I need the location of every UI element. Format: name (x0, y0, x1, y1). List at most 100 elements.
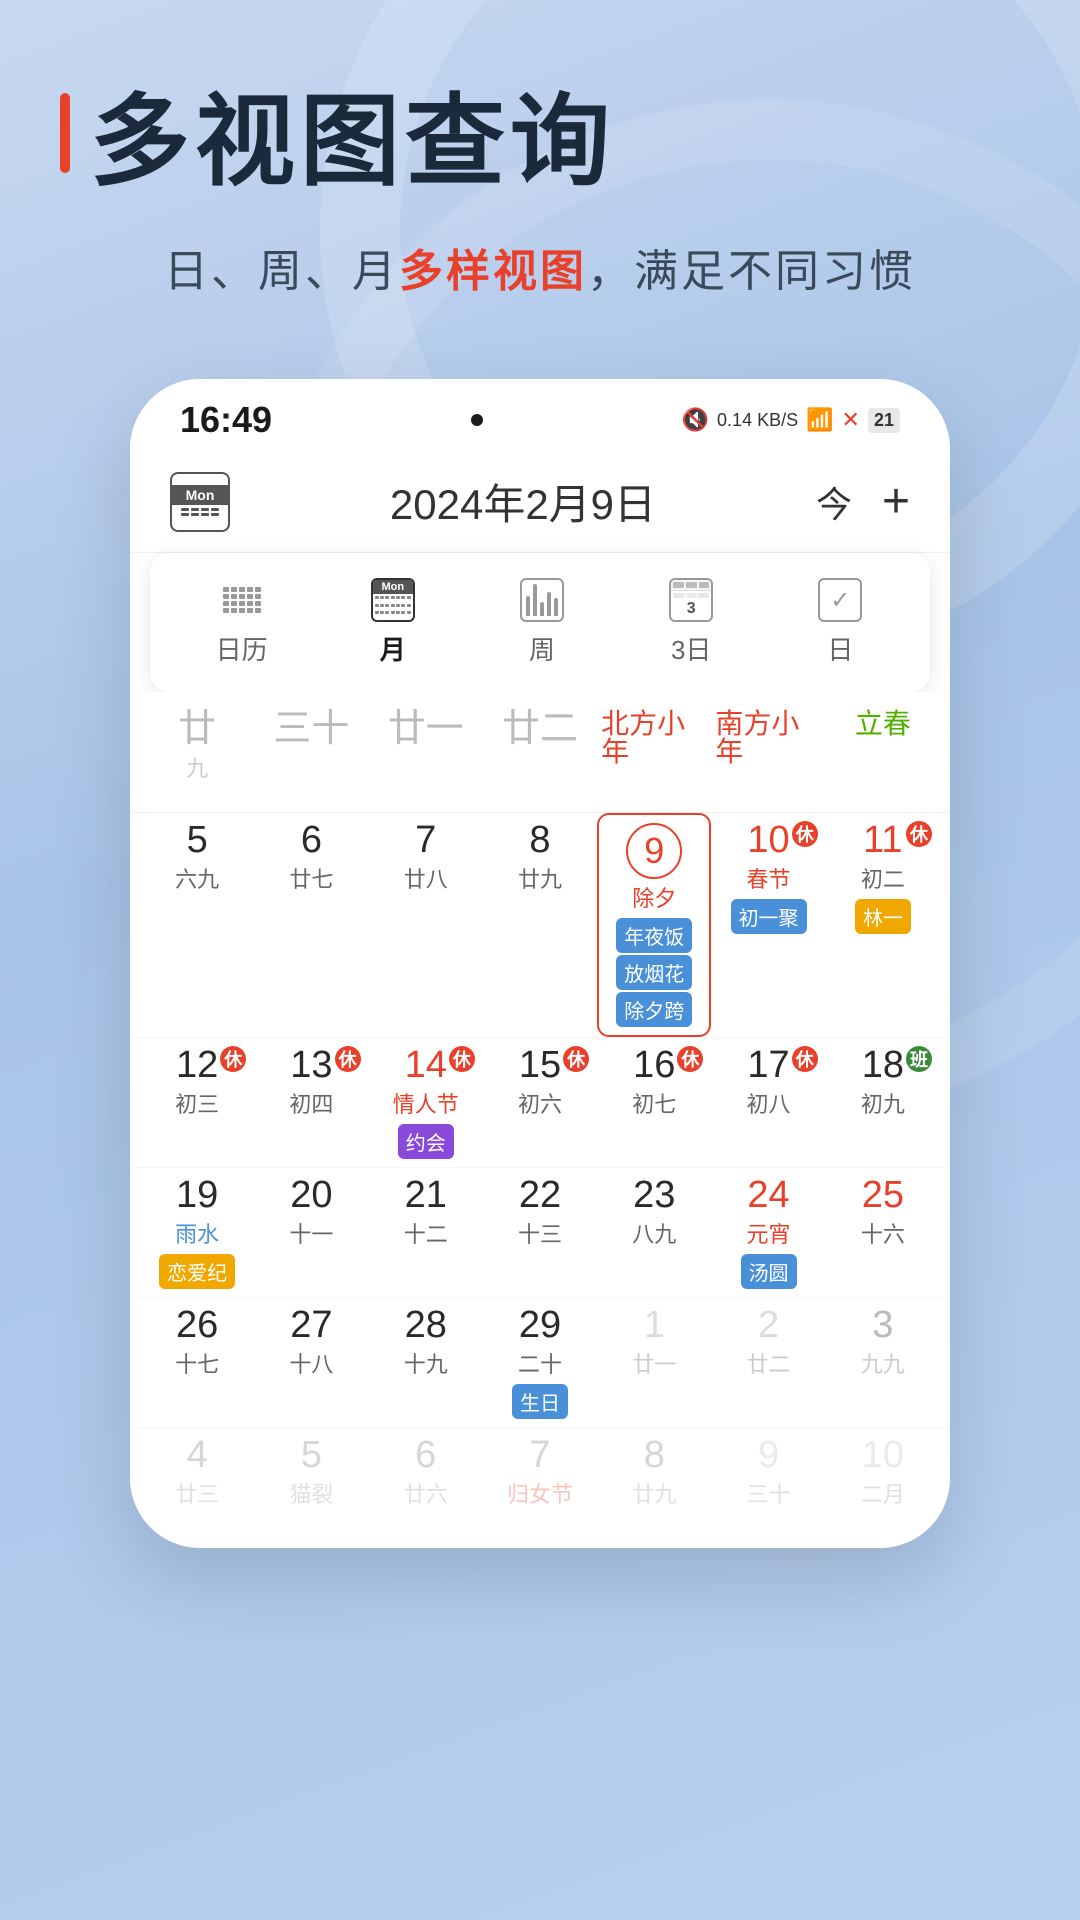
tab-week[interactable]: 周 (498, 568, 586, 677)
subtitle-part1: 日、周、月 (164, 247, 399, 296)
network-speed: 0.14 KB/S (717, 411, 798, 429)
day-19[interactable]: 19 雨水 恋爱纪 (140, 1168, 254, 1297)
view-tabs-dropdown: 日历 Mon 月 (150, 553, 930, 692)
day-7[interactable]: 7 廿八 (369, 813, 483, 1037)
day-10[interactable]: 休 10 春节 初一聚 (711, 813, 825, 1037)
day-28[interactable]: 28 十九 (369, 1298, 483, 1427)
calendar-container: 廿 九 三十 廿一 廿二 北方小年 (130, 692, 950, 1548)
add-event-button[interactable]: + (882, 474, 910, 529)
mon-label-icon: Mon (172, 485, 228, 505)
day-mar9[interactable]: 9 三十 (711, 1428, 825, 1538)
day-mar4[interactable]: 4 廿三 (140, 1428, 254, 1538)
day-21[interactable]: 21 十二 (369, 1168, 483, 1297)
calendar-app-icon[interactable]: Mon (170, 472, 230, 532)
day-20[interactable]: 20 十一 (254, 1168, 368, 1297)
today-button[interactable]: 今 (816, 476, 852, 528)
day-25[interactable]: 25 十六 (826, 1168, 940, 1297)
day-5[interactable]: 5 六九 (140, 813, 254, 1037)
event-tangyuan[interactable]: 汤圆 (741, 1254, 797, 1289)
week-icon (518, 578, 566, 622)
subtitle-highlight: 多样视图 (399, 247, 587, 296)
rest-badge-15: 休 (563, 1046, 589, 1072)
header-date-title: 2024年2月9日 (390, 471, 656, 532)
prev-day-6[interactable]: 南方小年 (711, 702, 825, 812)
day-17[interactable]: 休 17 初八 (711, 1038, 825, 1167)
day-mar6[interactable]: 6 廿六 (369, 1428, 483, 1538)
day-mar7[interactable]: 7 归女节 (483, 1428, 597, 1538)
header-actions: 今 + (816, 474, 910, 529)
day-8[interactable]: 8 廿九 (483, 813, 597, 1037)
mute-icon: 🔇 (682, 407, 709, 433)
event-chuxikua[interactable]: 除夕跨 (616, 992, 692, 1027)
prev-day-3[interactable]: 廿一 (369, 702, 483, 812)
day-22[interactable]: 22 十三 (483, 1168, 597, 1297)
accent-bar (60, 93, 70, 173)
week-2: 休 12 初三 休 13 初四 休 14 情人节 约会 (130, 1038, 950, 1168)
day-icon: ✓ (816, 578, 864, 622)
status-time: 16:49 (180, 399, 272, 441)
wifi-icon: 📶 (806, 407, 833, 433)
prev-day-2[interactable]: 三十 (254, 702, 368, 812)
rest-badge-10: 休 (792, 821, 818, 847)
app-header: Mon 2024年2月9日 今 + (130, 451, 950, 553)
day-6[interactable]: 6 廿七 (254, 813, 368, 1037)
prev-day-1[interactable]: 廿 九 (140, 702, 254, 812)
week-3: 19 雨水 恋爱纪 20 十一 21 十二 (130, 1168, 950, 1298)
event-lianai[interactable]: 恋爱纪 (159, 1254, 235, 1289)
day-mar8[interactable]: 8 廿九 (597, 1428, 711, 1538)
prev-day-4[interactable]: 廿二 (483, 702, 597, 812)
3day-icon: 3 (667, 578, 715, 622)
day-12[interactable]: 休 12 初三 (140, 1038, 254, 1167)
prev-month-row: 廿 九 三十 廿一 廿二 北方小年 (130, 702, 950, 813)
rest-badge-14: 休 (449, 1046, 475, 1072)
month-icon: Mon (369, 578, 417, 622)
day-24[interactable]: 24 元宵 汤圆 (711, 1168, 825, 1297)
status-bar: 16:49 🔇 0.14 KB/S 📶 ✕ 21 (130, 379, 950, 451)
tab-week-label: 周 (529, 630, 555, 667)
day-mar3[interactable]: 3 九九 (826, 1298, 940, 1427)
status-dot (471, 414, 483, 426)
day-mar1[interactable]: 1 廿一 (597, 1298, 711, 1427)
rest-badge-17: 休 (792, 1046, 818, 1072)
day-29[interactable]: 29 二十 生日 (483, 1298, 597, 1427)
tab-month-label: 月 (380, 630, 406, 667)
signal-x-icon: ✕ (842, 407, 860, 433)
day-15[interactable]: 休 15 初六 (483, 1038, 597, 1167)
day-13[interactable]: 休 13 初四 (254, 1038, 368, 1167)
day-23[interactable]: 23 八九 (597, 1168, 711, 1297)
day-mar5[interactable]: 5 猫裂 (254, 1428, 368, 1538)
tab-calendar[interactable]: 日历 (196, 568, 288, 677)
tab-month[interactable]: Mon 月 (349, 568, 437, 677)
day-18[interactable]: 班 18 初九 (826, 1038, 940, 1167)
day-16[interactable]: 休 16 初七 (597, 1038, 711, 1167)
event-nianye[interactable]: 年夜饭 (616, 918, 692, 953)
tab-3day[interactable]: 3 3日 (647, 568, 735, 677)
rest-badge-11: 休 (906, 821, 932, 847)
calendar-grid-icon (218, 578, 266, 622)
day-27[interactable]: 27 十八 (254, 1298, 368, 1427)
battery-indicator: 21 (868, 408, 900, 433)
event-linyi[interactable]: 林一 (855, 899, 911, 934)
subtitle: 日、周、月多样视图，满足不同习惯 (60, 235, 1020, 299)
prev-day-5[interactable]: 北方小年 (597, 702, 711, 812)
rest-badge-13: 休 (335, 1046, 361, 1072)
event-birthday[interactable]: 生日 (512, 1384, 568, 1419)
work-badge-18: 班 (906, 1046, 932, 1072)
phone-mockup: 16:49 🔇 0.14 KB/S 📶 ✕ 21 Mon 2024年2月9日 今… (130, 379, 950, 1548)
day-11[interactable]: 休 11 初二 林一 (826, 813, 940, 1037)
prev-day-7[interactable]: 立春 (826, 702, 940, 812)
main-title: 多视图查询 (90, 60, 615, 205)
tab-day[interactable]: ✓ 日 (796, 568, 884, 677)
day-9-today[interactable]: 9 除夕 年夜饭 放烟花 除夕跨 (597, 813, 711, 1037)
day-mar10[interactable]: 10 二月 (826, 1428, 940, 1538)
status-icons: 🔇 0.14 KB/S 📶 ✕ 21 (682, 407, 900, 433)
day-mar2[interactable]: 2 廿二 (711, 1298, 825, 1427)
tab-3day-label: 3日 (671, 630, 711, 667)
day-14[interactable]: 休 14 情人节 约会 (369, 1038, 483, 1167)
event-chuyi[interactable]: 初一聚 (731, 899, 807, 934)
week-5-partial: 4 廿三 5 猫裂 6 廿六 7 归女节 (130, 1428, 950, 1538)
event-yuehui[interactable]: 约会 (398, 1124, 454, 1159)
event-yanhua[interactable]: 放烟花 (616, 955, 692, 990)
day-26[interactable]: 26 十七 (140, 1298, 254, 1427)
subtitle-part2: ，满足不同习惯 (587, 247, 916, 296)
